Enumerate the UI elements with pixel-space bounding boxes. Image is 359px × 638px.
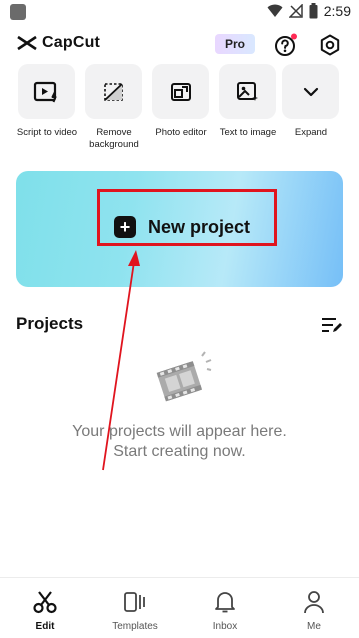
empty-line-2: Start creating now. (113, 443, 246, 460)
empty-state-text: Your projects will appear here. Start cr… (0, 422, 359, 462)
settings-button[interactable] (318, 33, 342, 57)
settings-icon (320, 34, 340, 56)
status-bar: 2:59 (0, 0, 359, 26)
nav-label: Inbox (212, 621, 238, 632)
bottom-nav: Edit Templates Inbox Me (0, 577, 359, 638)
sort-button[interactable] (321, 316, 343, 334)
person-icon (304, 591, 324, 614)
tool-tile[interactable] (18, 64, 75, 119)
battery-icon (309, 3, 318, 19)
nav-inbox[interactable]: Inbox (195, 590, 255, 632)
projects-title: Projects (16, 314, 84, 333)
wifi-icon (267, 4, 283, 17)
help-icon (275, 33, 297, 56)
nav-label: Templates (112, 621, 158, 632)
nav-label: Edit (35, 621, 55, 632)
annotation-highlight-box (97, 189, 277, 246)
remove-background-icon (103, 82, 123, 101)
app-notification-icon (10, 4, 26, 20)
bell-icon (215, 592, 235, 613)
nav-templates[interactable]: Templates (105, 590, 165, 632)
templates-icon (124, 592, 145, 612)
app-header: CapCut Pro (0, 30, 359, 62)
tool-tile[interactable] (152, 64, 209, 119)
app-name: CapCut (42, 34, 101, 51)
quick-tools: Script to video Remove background Photo … (17, 64, 348, 154)
signal-off-icon (288, 4, 303, 18)
empty-line-1: Your projects will appear here. (72, 423, 287, 440)
nav-me[interactable]: Me (284, 590, 344, 632)
script-to-video-icon (33, 81, 56, 102)
tool-expand[interactable]: Expand (282, 64, 340, 139)
status-icons: 2:59 (267, 3, 351, 19)
tool-tile[interactable] (219, 64, 276, 119)
tool-photo-editor[interactable]: Photo editor (152, 64, 210, 139)
notification-dot (291, 33, 297, 40)
pro-badge[interactable]: Pro (215, 34, 255, 54)
capcut-logo-icon (17, 35, 37, 51)
tool-remove-background[interactable]: Remove background (85, 64, 143, 151)
tool-tile[interactable] (282, 64, 339, 119)
tool-label: Expand (294, 127, 328, 138)
film-empty-icon (150, 348, 214, 408)
photo-editor-icon (170, 82, 191, 101)
nav-edit[interactable]: Edit (15, 590, 75, 632)
text-to-image-icon (236, 81, 258, 101)
tool-tile[interactable] (85, 64, 142, 119)
nav-label: Me (307, 621, 321, 632)
sort-edit-icon (322, 318, 342, 332)
tool-text-to-image[interactable]: Text to image (219, 64, 277, 139)
help-button[interactable] (274, 33, 298, 57)
tool-script-to-video[interactable]: Script to video (17, 64, 77, 139)
capcut-logo: CapCut (16, 34, 100, 52)
scissors-icon (33, 591, 57, 614)
chevron-down-icon (303, 87, 318, 96)
clock: 2:59 (323, 3, 351, 19)
